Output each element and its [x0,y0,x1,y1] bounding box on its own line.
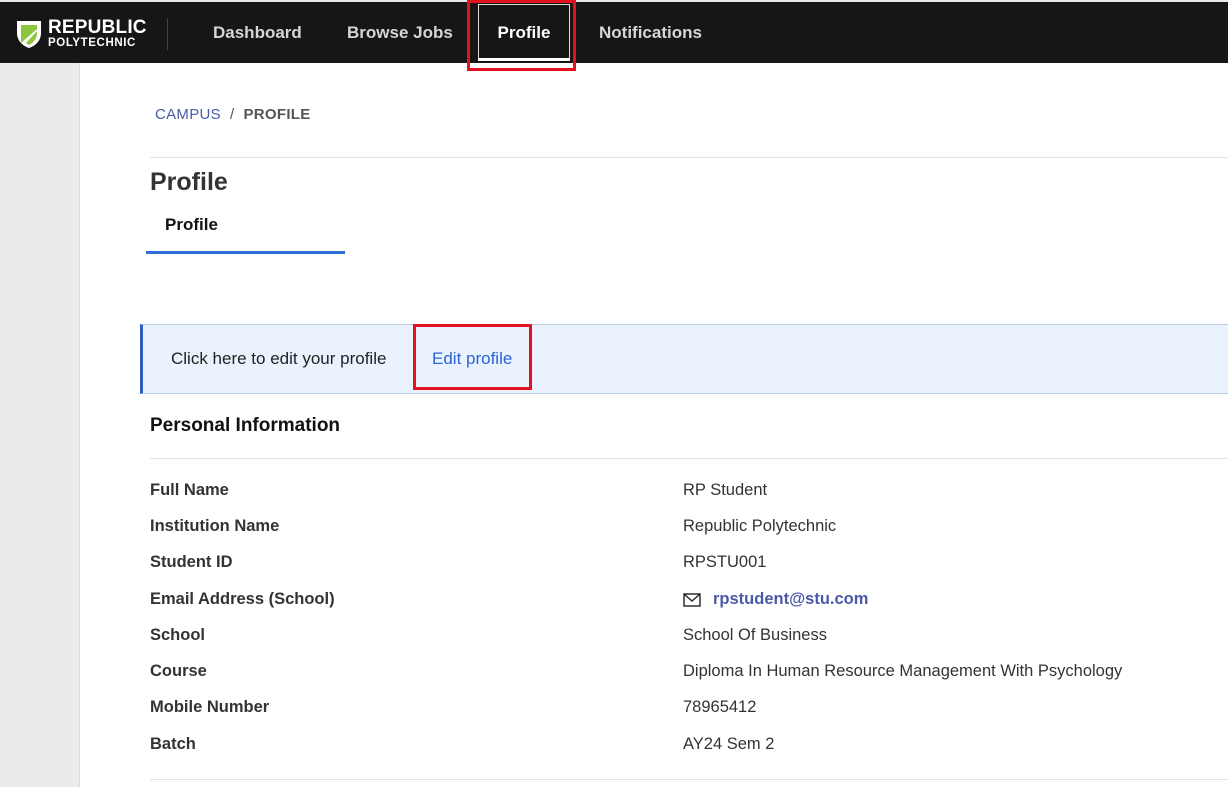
value-institution-name: Republic Polytechnic [683,517,837,535]
value-school: School Of Business [683,626,827,644]
value-student-id: RPSTU001 [683,553,767,571]
edit-profile-link[interactable]: Edit profile [432,349,512,369]
tab-profile-label: Profile [165,215,218,234]
banner-text: Click here to edit your profile [171,349,387,368]
value-email-address: rpstudent@stu.com [683,590,868,609]
label-student-id: Student ID [150,553,233,571]
label-full-name: Full Name [150,481,229,499]
value-course: Diploma In Human Resource Management Wit… [683,662,1123,680]
brand-logo[interactable]: REPUBLIC POLYTECHNIC [16,16,147,52]
label-school: School [150,626,206,644]
top-navigation-bar: REPUBLIC POLYTECHNIC Dashboard Browse Jo… [0,0,1228,63]
breadcrumb-separator: / [229,106,235,123]
value-full-name: RP Student [683,481,768,499]
breadcrumb-current: PROFILE [243,106,311,123]
label-email-address: Email Address (School) [150,590,335,608]
section-divider [150,458,1228,459]
breadcrumb: CAMPUS / PROFILE [155,106,311,123]
label-batch: Batch [150,735,196,753]
nav-browse-jobs[interactable]: Browse Jobs [347,2,453,63]
label-mobile-number: Mobile Number [150,698,270,716]
tab-profile[interactable]: Profile [146,200,345,254]
left-sidebar [0,63,80,787]
mail-icon [683,592,701,607]
value-batch: AY24 Sem 2 [683,735,775,753]
nav-dashboard[interactable]: Dashboard [213,2,302,63]
nav-profile-active-frame [478,4,570,61]
edit-profile-banner: Click here to edit your profile Edit pro… [140,324,1228,394]
nav-notifications[interactable]: Notifications [599,2,702,63]
bottom-divider [150,779,1228,780]
value-mobile-number: 78965412 [683,698,757,716]
nav-profile[interactable]: Profile [476,2,572,63]
header-divider [150,157,1228,158]
brand-subname: POLYTECHNIC [48,37,136,50]
breadcrumb-campus[interactable]: CAMPUS [155,106,221,123]
label-institution-name: Institution Name [150,517,280,535]
personal-information-heading: Personal Information [150,415,341,436]
email-link[interactable]: rpstudent@stu.com [713,590,868,609]
shield-logo-icon [17,21,41,48]
brand-name: REPUBLIC [48,17,147,39]
page-title: Profile [150,168,228,196]
logo-divider [167,18,168,50]
label-course: Course [150,662,207,680]
